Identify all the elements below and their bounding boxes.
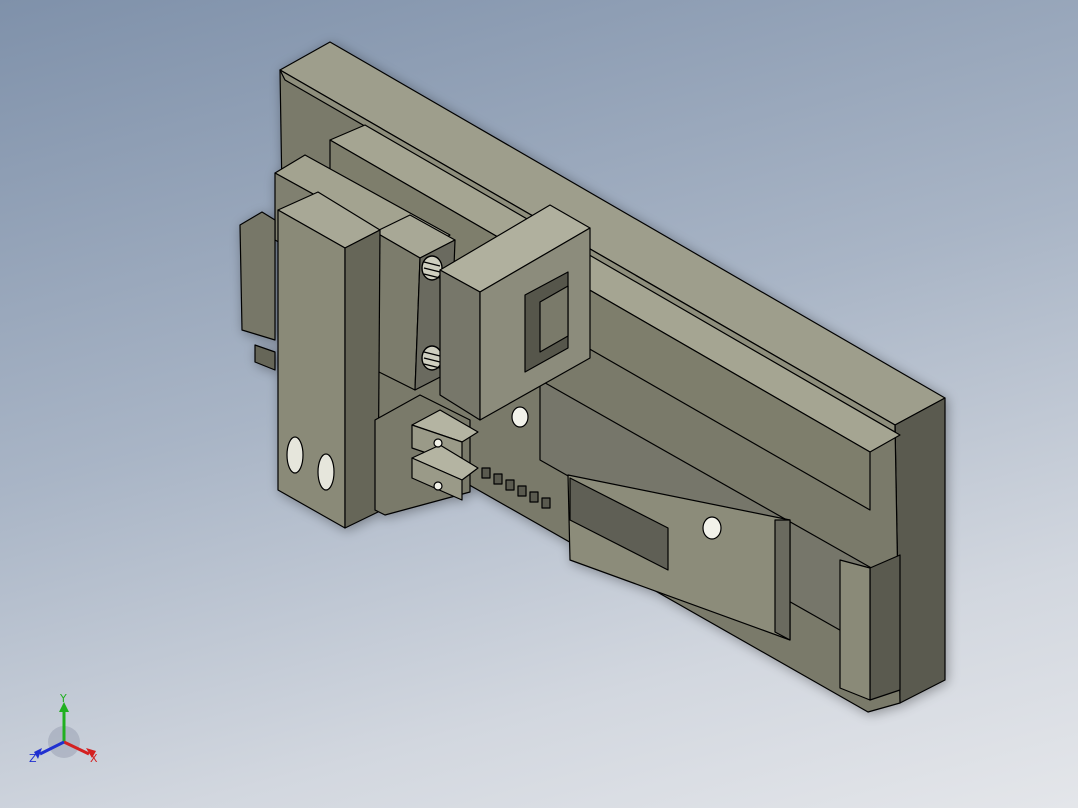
axis-triad[interactable]: Y X Z bbox=[26, 694, 106, 774]
z-axis-label: Z bbox=[29, 752, 37, 765]
front-jaw-finger bbox=[277, 191, 381, 529]
gripper-assembly-model[interactable] bbox=[0, 0, 1078, 808]
cad-viewport[interactable]: Y X Z bbox=[0, 0, 1078, 808]
x-axis-label: X bbox=[90, 752, 98, 765]
y-axis-label: Y bbox=[59, 694, 67, 705]
